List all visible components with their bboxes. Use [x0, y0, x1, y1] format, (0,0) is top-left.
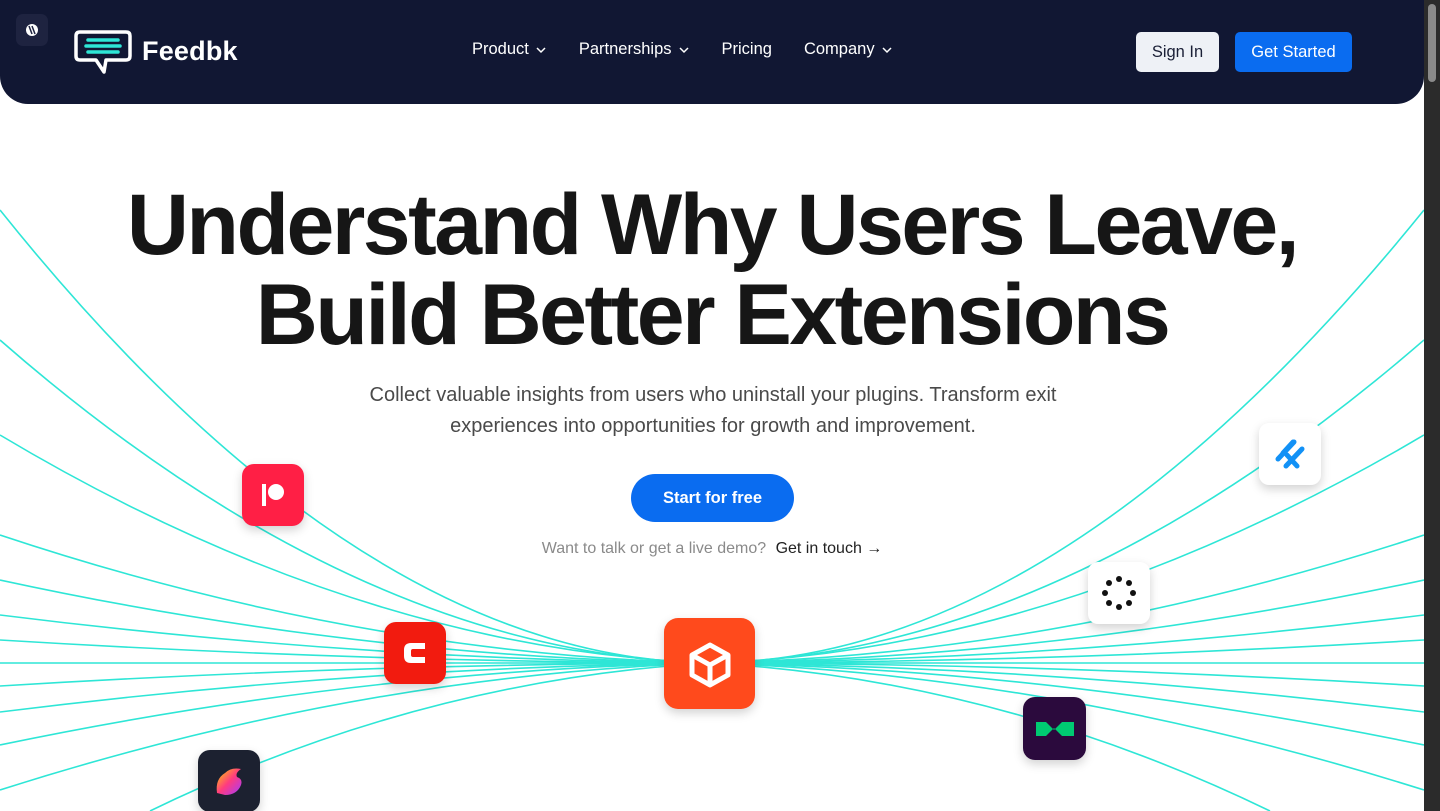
site-header: Feedbk Product Partnerships Pricing Comp… [0, 0, 1424, 104]
get-in-touch-link[interactable]: Get in touch → [776, 540, 883, 557]
demo-prompt: Want to talk or get a live demo? [541, 540, 767, 557]
patreon-icon [242, 464, 304, 526]
aws-box-icon [664, 618, 755, 709]
monday-icon [1023, 697, 1086, 760]
craft-icon [384, 622, 446, 684]
nav-company[interactable]: Company [804, 40, 893, 59]
scrollbar-thumb[interactable] [1428, 4, 1436, 82]
brand-name: Feedbk [142, 35, 238, 66]
extension-badge-icon[interactable] [16, 14, 48, 46]
chat-bubble-logo-icon [74, 30, 132, 74]
hero-title-line2: Build Better Extensions [255, 267, 1171, 363]
nav-partnerships[interactable]: Partnerships [579, 40, 690, 59]
nav-partnerships-label: Partnerships [578, 40, 672, 58]
roblox-studio-icon [198, 750, 260, 811]
nav-pricing[interactable]: Pricing [722, 40, 772, 59]
nav-product-label: Product [472, 40, 529, 58]
hero-subtitle: Collect valuable insights from users who… [369, 384, 1057, 437]
start-for-free-button[interactable]: Start for free [631, 474, 794, 522]
demo-line: Want to talk or get a live demo? Get in … [0, 540, 1424, 558]
helpscout-icon [1259, 423, 1321, 485]
hero-title-line1: Understand Why Users Leave, [126, 177, 1300, 273]
brand-logo[interactable]: Feedbk [72, 26, 238, 76]
nav-company-label: Company [803, 40, 875, 58]
loading-dots-icon [1088, 562, 1150, 624]
chevron-down-icon [536, 46, 546, 53]
nav-pricing-label: Pricing [721, 40, 772, 58]
hero-title: Understand Why Users Leave, Build Better… [0, 180, 1424, 360]
chevron-down-icon [678, 46, 689, 53]
nav-product[interactable]: Product [472, 40, 547, 59]
main-nav: Product Partnerships Pricing Company [472, 40, 925, 59]
sign-in-button[interactable]: Sign In [1136, 32, 1219, 72]
chevron-down-icon [882, 46, 892, 53]
get-started-button[interactable]: Get Started [1235, 32, 1352, 72]
scrollbar[interactable] [1424, 0, 1440, 811]
